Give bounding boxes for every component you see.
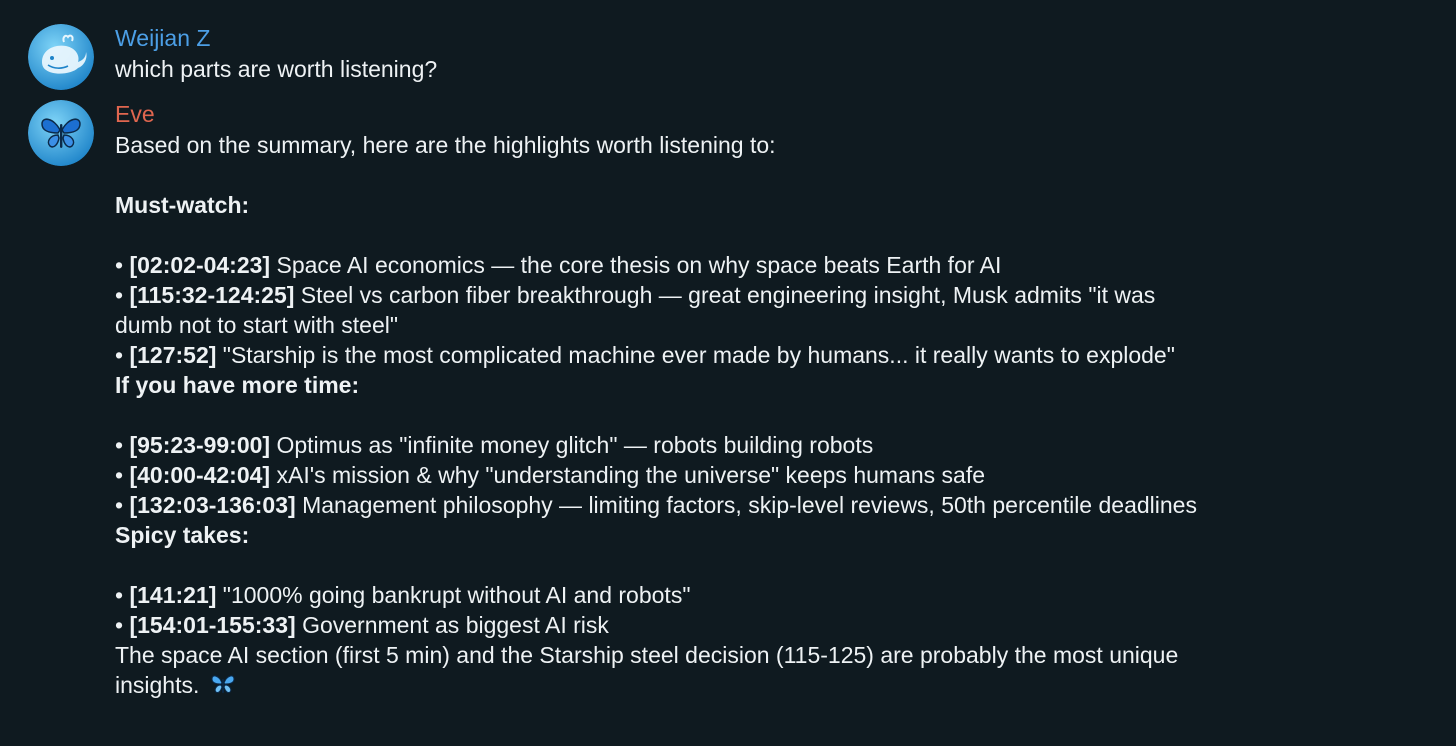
bullet: • — [115, 612, 124, 638]
bullet: • — [115, 282, 124, 308]
item-text: xAI's mission & why "understanding the u… — [276, 462, 986, 488]
section-heading: If you have more time: — [115, 372, 360, 398]
message-intro: Based on the summary, here are the highl… — [115, 132, 776, 158]
list-item: • [95:23-99:00] Optimus as "infinite mon… — [115, 430, 1416, 460]
bullet: • — [115, 492, 124, 518]
timestamp: [40:00-42:04] — [129, 462, 271, 488]
section-heading: Must-watch: — [115, 192, 250, 218]
timestamp: [95:23-99:00] — [129, 432, 271, 458]
timestamp: [132:03-136:03] — [129, 492, 296, 518]
item-text: Management philosophy — limiting factors… — [302, 492, 1197, 518]
item-text: Space AI economics — the core thesis on … — [276, 252, 1002, 278]
timestamp: [127:52] — [129, 342, 217, 368]
item-text: "Starship is the most complicated machin… — [222, 342, 1175, 368]
bullet: • — [115, 252, 124, 278]
timestamp: [115:32-124:25] — [129, 282, 295, 308]
list-item: • [115:32-124:25] Steel vs carbon fiber … — [115, 280, 1416, 310]
timestamp: [141:21] — [129, 582, 217, 608]
bot-message: Eve Based on the summary, here are the h… — [0, 98, 1456, 703]
bullet: • — [115, 582, 124, 608]
list-item: • [40:00-42:04] xAI's mission & why "und… — [115, 460, 1416, 490]
list-item: • [154:01-155:33] Government as biggest … — [115, 610, 1416, 640]
user-message: Weijian Z which parts are worth listenin… — [0, 22, 1456, 90]
chat-view: Weijian Z which parts are worth listenin… — [0, 0, 1456, 746]
item-text: Optimus as "infinite money glitch" — rob… — [276, 432, 874, 458]
timestamp: [154:01-155:33] — [129, 612, 296, 638]
item-text: Steel vs carbon fiber breakthrough — gre… — [300, 282, 1156, 308]
closing-text-continued: insights. — [115, 672, 200, 698]
section-heading: Spicy takes: — [115, 522, 250, 548]
timestamp: [02:02-04:23] — [129, 252, 271, 278]
item-text-continued: dumb not to start with steel" — [115, 312, 399, 338]
bullet: • — [115, 432, 124, 458]
closing-text: The space AI section (first 5 min) and t… — [115, 642, 1179, 668]
item-text: "1000% going bankrupt without AI and rob… — [222, 582, 691, 608]
item-text: Government as biggest AI risk — [302, 612, 609, 638]
butterfly-emoji-icon — [210, 672, 236, 703]
closing-line: insights. — [115, 670, 1416, 703]
butterfly-avatar-icon[interactable] — [28, 100, 94, 166]
message-text: which parts are worth listening? — [115, 56, 438, 82]
sender-name[interactable]: Weijian Z — [115, 22, 1416, 54]
bullet: • — [115, 462, 124, 488]
list-item: • [132:03-136:03] Management philosophy … — [115, 490, 1416, 520]
list-item: • [127:52] "Starship is the most complic… — [115, 340, 1416, 370]
list-item: • [141:21] "1000% going bankrupt without… — [115, 580, 1416, 610]
bullet: • — [115, 342, 124, 368]
list-item: • [02:02-04:23] Space AI economics — the… — [115, 250, 1416, 280]
whale-avatar-icon[interactable] — [28, 24, 94, 90]
sender-name[interactable]: Eve — [115, 98, 1416, 130]
